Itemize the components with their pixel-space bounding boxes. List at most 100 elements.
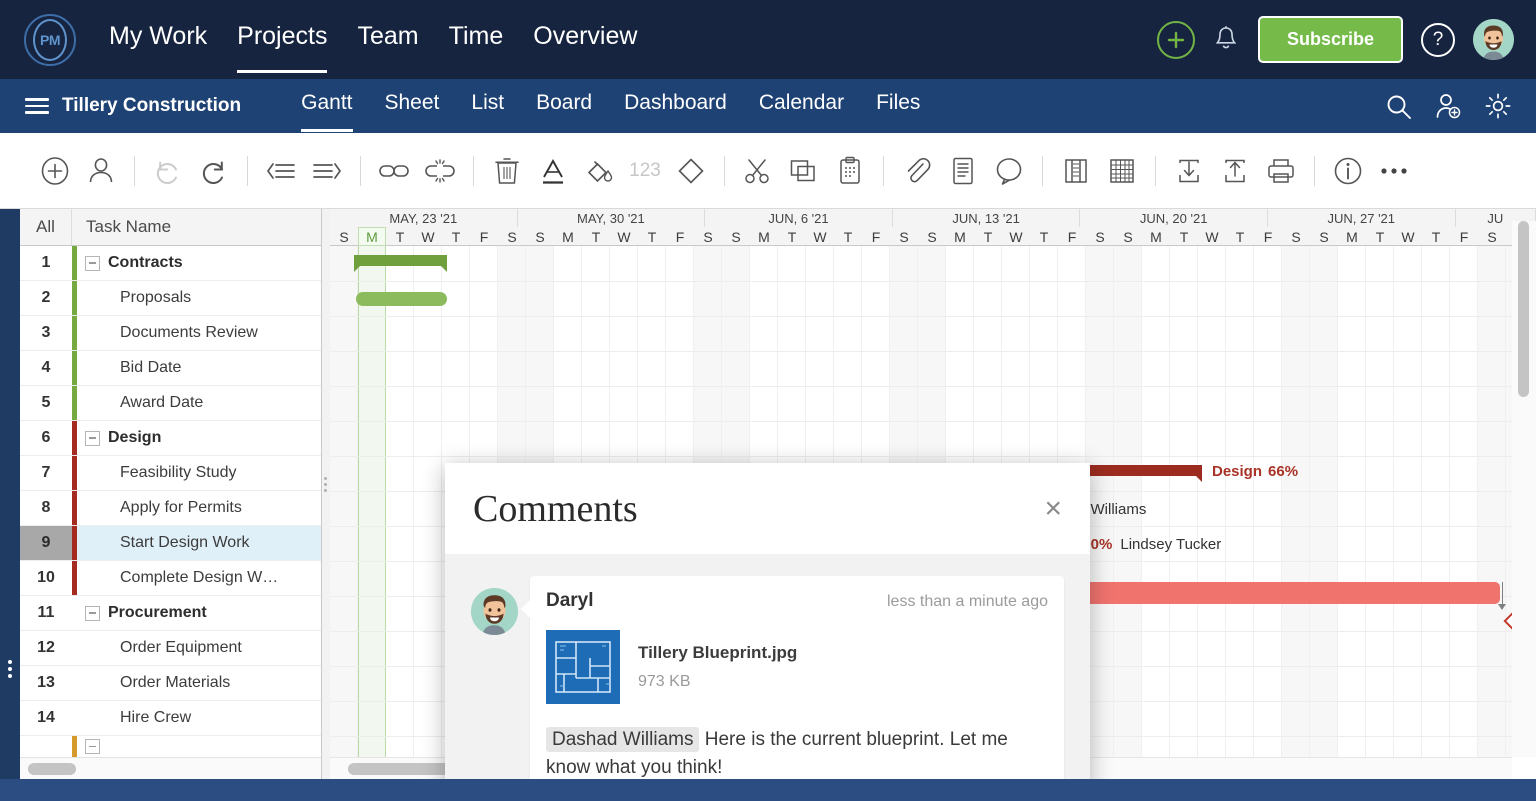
rail-drag-handle[interactable] bbox=[4, 657, 16, 681]
bar-percent: 66% bbox=[1268, 463, 1299, 480]
notifications-bell-icon[interactable] bbox=[1213, 25, 1239, 55]
column-header-task-name[interactable]: Task Name bbox=[72, 209, 171, 245]
close-icon[interactable]: × bbox=[1044, 493, 1062, 524]
comment-item: Daryl less than a minute ago Tillery Blu… bbox=[471, 576, 1064, 798]
unlink-tasks-icon[interactable] bbox=[417, 148, 463, 194]
table-row[interactable]: 6 Design bbox=[20, 421, 321, 456]
nav-link-team[interactable]: Team bbox=[357, 22, 418, 73]
cut-icon[interactable] bbox=[735, 148, 781, 194]
help-icon[interactable]: ? bbox=[1421, 22, 1455, 57]
row-task-name: Order Materials bbox=[120, 674, 231, 691]
toolbar-group-link bbox=[371, 148, 463, 194]
collapse-toggle-icon[interactable] bbox=[85, 255, 100, 271]
grid-horizontal-scrollbar[interactable] bbox=[20, 757, 321, 779]
settings-gear-icon[interactable] bbox=[1484, 92, 1512, 120]
attachment-icon[interactable] bbox=[894, 148, 940, 194]
column-header-all[interactable]: All bbox=[20, 209, 72, 245]
tab-gantt[interactable]: Gantt bbox=[301, 91, 353, 132]
attachment-meta: Tillery Blueprint.jpg 973 KB bbox=[638, 643, 797, 691]
fill-color-icon[interactable] bbox=[576, 148, 622, 194]
undo-icon[interactable] bbox=[145, 148, 191, 194]
table-row[interactable]: 12 Order Equipment bbox=[20, 631, 321, 666]
paste-icon[interactable] bbox=[827, 148, 873, 194]
project-bar-actions bbox=[1385, 92, 1512, 120]
row-number: 4 bbox=[41, 359, 51, 376]
subscribe-button[interactable]: Subscribe bbox=[1257, 16, 1403, 63]
attachment-name[interactable]: Tillery Blueprint.jpg bbox=[638, 643, 797, 663]
table-row[interactable]: 3 Documents Review bbox=[20, 316, 321, 351]
gantt-vscroll-thumb[interactable] bbox=[1518, 221, 1529, 397]
day-cell: F bbox=[871, 228, 881, 245]
nav-link-my-work[interactable]: My Work bbox=[109, 22, 207, 73]
table-row[interactable]: 1 Contracts bbox=[20, 246, 321, 281]
table-row[interactable]: 11 Procurement bbox=[20, 596, 321, 631]
nav-link-projects[interactable]: Projects bbox=[237, 22, 328, 73]
table-row[interactable]: 8 Apply for Permits bbox=[20, 491, 321, 526]
gantt-bar-proposals[interactable] bbox=[356, 292, 447, 306]
week-label: JUN, 6 '21 bbox=[705, 209, 893, 227]
nav-link-overview[interactable]: Overview bbox=[533, 22, 637, 73]
nav-link-time[interactable]: Time bbox=[449, 22, 504, 73]
table-row[interactable]: 4 Bid Date bbox=[20, 351, 321, 386]
import-icon[interactable] bbox=[1166, 148, 1212, 194]
copy-icon[interactable] bbox=[781, 148, 827, 194]
table-row[interactable]: 13 Order Materials bbox=[20, 666, 321, 701]
comment-attachment[interactable]: Tillery Blueprint.jpg 973 KB bbox=[546, 630, 1048, 704]
assign-resource-icon[interactable] bbox=[78, 148, 124, 194]
table-row-selected[interactable]: 9 Start Design Work bbox=[20, 526, 321, 561]
day-cell: M bbox=[562, 228, 574, 245]
table-row[interactable]: 14 Hire Crew bbox=[20, 701, 321, 736]
table-row[interactable]: 2 Proposals bbox=[20, 281, 321, 316]
add-icon[interactable] bbox=[1156, 20, 1195, 59]
grid-scroll-thumb[interactable] bbox=[28, 763, 76, 775]
outdent-icon[interactable] bbox=[258, 148, 304, 194]
collapse-toggle-icon[interactable] bbox=[85, 605, 100, 621]
comments-icon[interactable] bbox=[986, 148, 1032, 194]
export-icon[interactable] bbox=[1212, 148, 1258, 194]
gantt-column bbox=[1226, 246, 1254, 757]
number-format-icon[interactable]: 123 bbox=[622, 148, 668, 194]
table-row[interactable]: 10 Complete Design W… bbox=[20, 561, 321, 596]
redo-icon[interactable] bbox=[191, 148, 237, 194]
delete-icon[interactable] bbox=[484, 148, 530, 194]
text-format-icon[interactable] bbox=[530, 148, 576, 194]
attachment-thumbnail[interactable] bbox=[546, 630, 620, 704]
collapse-toggle-icon[interactable] bbox=[85, 739, 100, 754]
pane-splitter[interactable] bbox=[322, 209, 330, 779]
tab-files[interactable]: Files bbox=[876, 91, 920, 132]
day-cell: W bbox=[1401, 228, 1415, 245]
milestone-icon[interactable] bbox=[668, 148, 714, 194]
table-row[interactable]: 5 Award Date bbox=[20, 386, 321, 421]
gantt-vertical-scrollbar[interactable] bbox=[1512, 221, 1536, 757]
columns-icon[interactable] bbox=[1053, 148, 1099, 194]
table-row-partial[interactable] bbox=[20, 736, 321, 758]
tab-list[interactable]: List bbox=[471, 91, 504, 132]
print-icon[interactable] bbox=[1258, 148, 1304, 194]
grid-icon[interactable] bbox=[1099, 148, 1145, 194]
row-task-name: Start Design Work bbox=[77, 526, 321, 560]
link-tasks-icon[interactable] bbox=[371, 148, 417, 194]
search-icon[interactable] bbox=[1385, 93, 1412, 120]
app-logo[interactable]: PM bbox=[24, 13, 76, 66]
splitter-handle[interactable] bbox=[324, 474, 327, 495]
day-cell: T bbox=[1375, 228, 1385, 245]
add-task-icon[interactable] bbox=[32, 148, 78, 194]
left-rail bbox=[0, 209, 20, 779]
tab-calendar[interactable]: Calendar bbox=[759, 91, 844, 132]
collapse-toggle-icon[interactable] bbox=[85, 430, 100, 446]
add-member-icon[interactable] bbox=[1434, 92, 1462, 120]
gantt-day-row: S M T W T F S S M T W T F S S M T W T F … bbox=[330, 227, 1536, 246]
info-icon[interactable] bbox=[1325, 148, 1371, 194]
tab-dashboard[interactable]: Dashboard bbox=[624, 91, 727, 132]
comment-mention[interactable]: Dashad Williams bbox=[546, 727, 700, 752]
tab-sheet[interactable]: Sheet bbox=[385, 91, 440, 132]
app-root: PM My Work Projects Team Time Overview S… bbox=[0, 0, 1536, 801]
more-icon[interactable] bbox=[1371, 148, 1417, 194]
notes-icon[interactable] bbox=[940, 148, 986, 194]
table-row[interactable]: 7 Feasibility Study bbox=[20, 456, 321, 491]
hamburger-menu-icon[interactable] bbox=[25, 94, 49, 118]
gantt-bar-contracts[interactable] bbox=[354, 255, 447, 266]
indent-icon[interactable] bbox=[304, 148, 350, 194]
tab-board[interactable]: Board bbox=[536, 91, 592, 132]
user-avatar[interactable] bbox=[1473, 19, 1514, 60]
